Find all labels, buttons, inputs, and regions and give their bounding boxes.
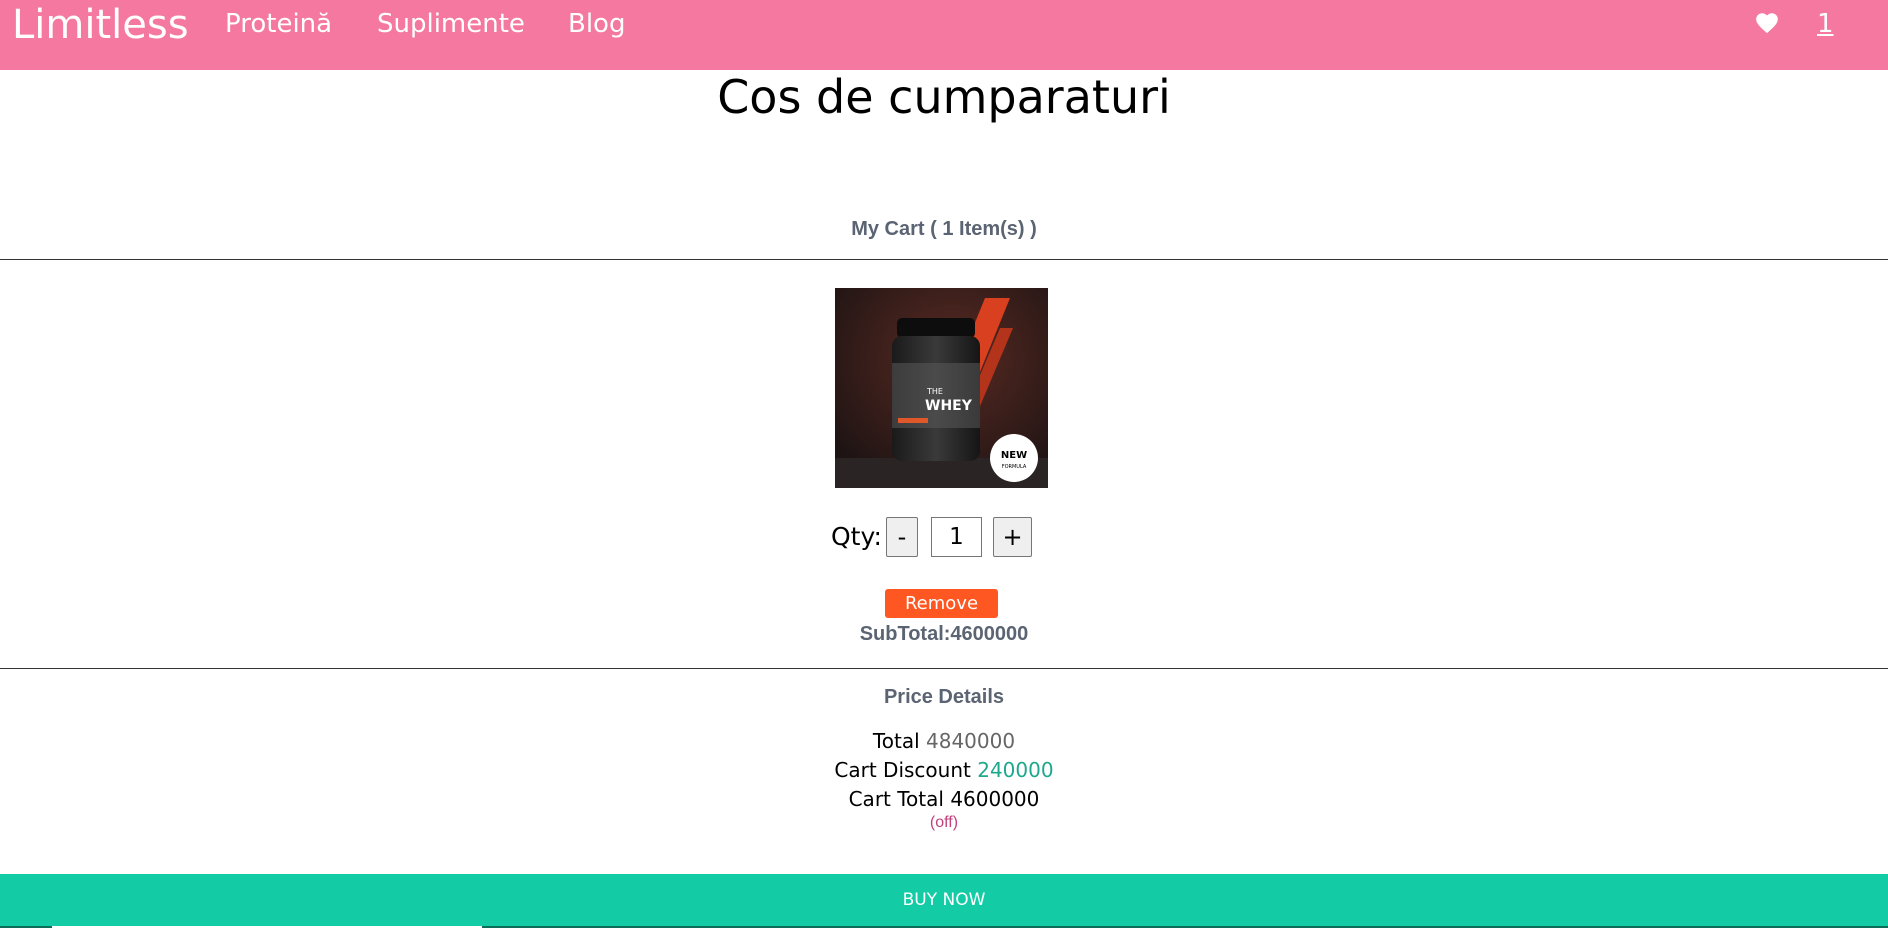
qty-increase-button[interactable]: +: [993, 517, 1032, 557]
page-title: Cos de cumparaturi: [717, 70, 1171, 124]
total-row: Total 4840000: [0, 729, 1888, 753]
qty-label: Qty:: [831, 522, 882, 551]
product-image: THE WHEY NEW FORMULA: [835, 288, 1048, 488]
qty-decrease-button[interactable]: -: [886, 517, 918, 557]
item-subtotal: SubTotal:4600000: [859, 623, 1029, 645]
buy-now-button[interactable]: BUY NOW: [0, 874, 1888, 926]
product-label-whey: WHEY: [925, 398, 973, 414]
heart-icon[interactable]: [1754, 10, 1780, 36]
cart-count-link[interactable]: 1: [1817, 9, 1834, 39]
off-note: (off): [929, 814, 959, 831]
total-label: Total: [872, 729, 920, 753]
cart-total-value: 4600000: [950, 787, 1040, 811]
brand-logo[interactable]: Limitless: [12, 2, 189, 48]
discount-row: Cart Discount 240000: [0, 758, 1888, 782]
badge-new: NEW: [1001, 450, 1027, 461]
divider-bottom: [0, 668, 1888, 669]
top-navbar: Limitless Proteină Suplimente Blog 1: [0, 0, 1888, 70]
discount-value: 240000: [977, 758, 1054, 782]
nav-link-proteina[interactable]: Proteină: [225, 9, 332, 39]
nav-link-suplimente[interactable]: Suplimente: [377, 9, 525, 39]
discount-label: Cart Discount: [834, 758, 971, 782]
cart-total-label: Cart Total: [848, 787, 944, 811]
cart-total-row: Cart Total 4600000: [0, 787, 1888, 811]
remove-button[interactable]: Remove: [885, 589, 998, 618]
badge-formula: FORMULA: [1002, 464, 1027, 470]
product-label-the: THE: [926, 387, 943, 396]
price-details-heading: Price Details: [883, 686, 1005, 708]
qty-input[interactable]: [931, 517, 982, 557]
cart-heading: My Cart ( 1 Item(s) ): [851, 218, 1037, 240]
total-value: 4840000: [926, 729, 1016, 753]
nav-link-blog[interactable]: Blog: [568, 9, 625, 39]
divider-top: [0, 259, 1888, 260]
